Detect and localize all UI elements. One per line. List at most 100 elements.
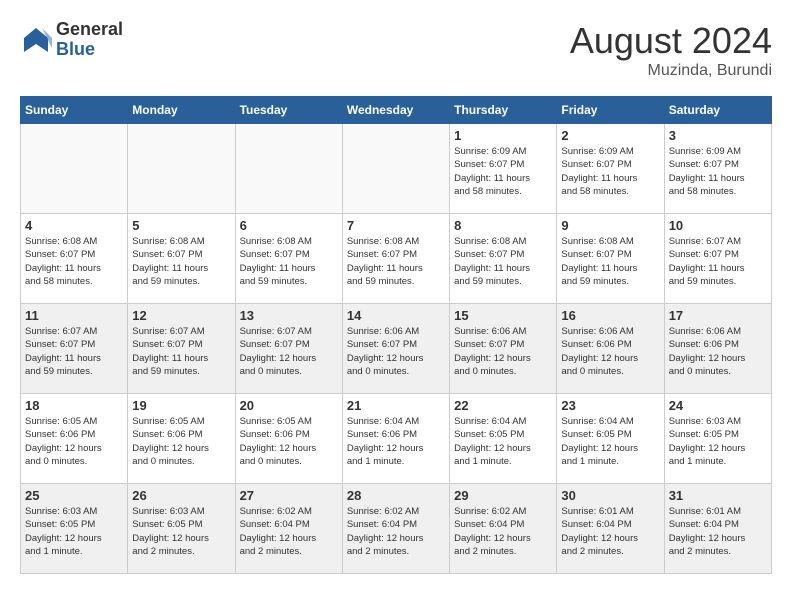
calendar-cell: 3 Sunrise: 6:09 AM Sunset: 6:07 PM Daylig… bbox=[664, 124, 771, 214]
day-number: 14 bbox=[347, 308, 445, 323]
calendar-cell: 4Sunrise: 6:08 AM Sunset: 6:07 PM Daylig… bbox=[21, 214, 128, 304]
day-number: 11 bbox=[25, 308, 123, 323]
calendar-cell: 27 Sunrise: 6:02 AM Sunset: 6:04 PM Dayli… bbox=[235, 484, 342, 574]
calendar-cell: 28 Sunrise: 6:02 AM Sunset: 6:04 PM Dayli… bbox=[342, 484, 449, 574]
day-number: 13 bbox=[240, 308, 338, 323]
day-info: Sunrise: 6:06 AM Sunset: 6:07 PM Dayligh… bbox=[347, 325, 445, 378]
day-info: Sunrise: 6:04 AM Sunset: 6:05 PM Dayligh… bbox=[561, 415, 659, 468]
logo-icon bbox=[20, 24, 52, 56]
day-info: Sunrise: 6:08 AM Sunset: 6:07 PM Dayligh… bbox=[132, 235, 230, 288]
calendar-cell: 12Sunrise: 6:07 AM Sunset: 6:07 PM Dayli… bbox=[128, 304, 235, 394]
day-info: Sunrise: 6:08 AM Sunset: 6:07 PM Dayligh… bbox=[454, 235, 552, 288]
day-info: Sunrise: 6:03 AM Sunset: 6:05 PM Dayligh… bbox=[25, 505, 123, 558]
logo: General Blue bbox=[20, 20, 123, 60]
calendar-cell: 15Sunrise: 6:06 AM Sunset: 6:07 PM Dayli… bbox=[450, 304, 557, 394]
page-header: General Blue August 2024 Muzinda, Burund… bbox=[20, 20, 772, 80]
day-info: Sunrise: 6:09 AM Sunset: 6:07 PM Dayligh… bbox=[561, 145, 659, 198]
day-number: 7 bbox=[347, 218, 445, 233]
calendar-cell: 26 Sunrise: 6:03 AM Sunset: 6:05 PM Dayli… bbox=[128, 484, 235, 574]
calendar-cell: 9 Sunrise: 6:08 AM Sunset: 6:07 PM Daylig… bbox=[557, 214, 664, 304]
logo-blue: Blue bbox=[56, 40, 123, 60]
calendar-cell: 7 Sunrise: 6:08 AM Sunset: 6:07 PM Daylig… bbox=[342, 214, 449, 304]
calendar-cell: 29 Sunrise: 6:02 AM Sunset: 6:04 PM Dayli… bbox=[450, 484, 557, 574]
calendar-cell: 14 Sunrise: 6:06 AM Sunset: 6:07 PM Dayli… bbox=[342, 304, 449, 394]
logo-general: General bbox=[56, 20, 123, 40]
day-info: Sunrise: 6:02 AM Sunset: 6:04 PM Dayligh… bbox=[347, 505, 445, 558]
weekday-header-row: SundayMondayTuesdayWednesdayThursdayFrid… bbox=[21, 97, 772, 124]
day-info: Sunrise: 6:06 AM Sunset: 6:06 PM Dayligh… bbox=[669, 325, 767, 378]
calendar-cell: 25 Sunrise: 6:03 AM Sunset: 6:05 PM Dayli… bbox=[21, 484, 128, 574]
day-number: 28 bbox=[347, 488, 445, 503]
day-info: Sunrise: 6:07 AM Sunset: 6:07 PM Dayligh… bbox=[25, 325, 123, 378]
calendar-cell: 17 Sunrise: 6:06 AM Sunset: 6:06 PM Dayli… bbox=[664, 304, 771, 394]
calendar-cell: 18 Sunrise: 6:05 AM Sunset: 6:06 PM Dayli… bbox=[21, 394, 128, 484]
calendar-week-row: 25 Sunrise: 6:03 AM Sunset: 6:05 PM Dayli… bbox=[21, 484, 772, 574]
calendar-cell bbox=[235, 124, 342, 214]
day-info: Sunrise: 6:05 AM Sunset: 6:06 PM Dayligh… bbox=[25, 415, 123, 468]
day-info: Sunrise: 6:02 AM Sunset: 6:04 PM Dayligh… bbox=[240, 505, 338, 558]
calendar-cell bbox=[128, 124, 235, 214]
day-info: Sunrise: 6:04 AM Sunset: 6:06 PM Dayligh… bbox=[347, 415, 445, 468]
calendar-cell bbox=[21, 124, 128, 214]
day-number: 23 bbox=[561, 398, 659, 413]
calendar-cell: 30Sunrise: 6:01 AM Sunset: 6:04 PM Dayli… bbox=[557, 484, 664, 574]
day-number: 16 bbox=[561, 308, 659, 323]
day-number: 25 bbox=[25, 488, 123, 503]
day-number: 5 bbox=[132, 218, 230, 233]
weekday-header: Thursday bbox=[450, 97, 557, 124]
day-number: 22 bbox=[454, 398, 552, 413]
day-info: Sunrise: 6:06 AM Sunset: 6:06 PM Dayligh… bbox=[561, 325, 659, 378]
day-number: 6 bbox=[240, 218, 338, 233]
day-info: Sunrise: 6:08 AM Sunset: 6:07 PM Dayligh… bbox=[240, 235, 338, 288]
day-number: 3 bbox=[669, 128, 767, 143]
day-info: Sunrise: 6:09 AM Sunset: 6:07 PM Dayligh… bbox=[669, 145, 767, 198]
calendar-week-row: 11 Sunrise: 6:07 AM Sunset: 6:07 PM Dayli… bbox=[21, 304, 772, 394]
day-info: Sunrise: 6:03 AM Sunset: 6:05 PM Dayligh… bbox=[132, 505, 230, 558]
day-info: Sunrise: 6:04 AM Sunset: 6:05 PM Dayligh… bbox=[454, 415, 552, 468]
day-info: Sunrise: 6:05 AM Sunset: 6:06 PM Dayligh… bbox=[240, 415, 338, 468]
weekday-header: Wednesday bbox=[342, 97, 449, 124]
day-number: 30 bbox=[561, 488, 659, 503]
day-number: 18 bbox=[25, 398, 123, 413]
location-title: Muzinda, Burundi bbox=[570, 62, 772, 80]
month-year-title: August 2024 bbox=[570, 20, 772, 62]
weekday-header: Monday bbox=[128, 97, 235, 124]
calendar-cell: 5 Sunrise: 6:08 AM Sunset: 6:07 PM Daylig… bbox=[128, 214, 235, 304]
day-number: 2 bbox=[561, 128, 659, 143]
day-info: Sunrise: 6:01 AM Sunset: 6:04 PM Dayligh… bbox=[669, 505, 767, 558]
title-section: August 2024 Muzinda, Burundi bbox=[570, 20, 772, 80]
day-number: 31 bbox=[669, 488, 767, 503]
day-info: Sunrise: 6:08 AM Sunset: 6:07 PM Dayligh… bbox=[561, 235, 659, 288]
day-number: 8 bbox=[454, 218, 552, 233]
day-number: 10 bbox=[669, 218, 767, 233]
calendar-cell: 11 Sunrise: 6:07 AM Sunset: 6:07 PM Dayli… bbox=[21, 304, 128, 394]
weekday-header: Tuesday bbox=[235, 97, 342, 124]
day-number: 17 bbox=[669, 308, 767, 323]
calendar-cell: 21 Sunrise: 6:04 AM Sunset: 6:06 PM Dayli… bbox=[342, 394, 449, 484]
day-info: Sunrise: 6:08 AM Sunset: 6:07 PM Dayligh… bbox=[347, 235, 445, 288]
calendar-cell: 6 Sunrise: 6:08 AM Sunset: 6:07 PM Daylig… bbox=[235, 214, 342, 304]
day-info: Sunrise: 6:05 AM Sunset: 6:06 PM Dayligh… bbox=[132, 415, 230, 468]
day-info: Sunrise: 6:07 AM Sunset: 6:07 PM Dayligh… bbox=[669, 235, 767, 288]
weekday-header: Saturday bbox=[664, 97, 771, 124]
calendar-table: SundayMondayTuesdayWednesdayThursdayFrid… bbox=[20, 96, 772, 574]
weekday-header: Friday bbox=[557, 97, 664, 124]
day-info: Sunrise: 6:07 AM Sunset: 6:07 PM Dayligh… bbox=[240, 325, 338, 378]
day-number: 21 bbox=[347, 398, 445, 413]
day-number: 27 bbox=[240, 488, 338, 503]
calendar-cell: 8 Sunrise: 6:08 AM Sunset: 6:07 PM Daylig… bbox=[450, 214, 557, 304]
calendar-cell: 31 Sunrise: 6:01 AM Sunset: 6:04 PM Dayli… bbox=[664, 484, 771, 574]
day-number: 9 bbox=[561, 218, 659, 233]
day-number: 29 bbox=[454, 488, 552, 503]
day-number: 26 bbox=[132, 488, 230, 503]
calendar-week-row: 18 Sunrise: 6:05 AM Sunset: 6:06 PM Dayli… bbox=[21, 394, 772, 484]
day-info: Sunrise: 6:09 AM Sunset: 6:07 PM Dayligh… bbox=[454, 145, 552, 198]
day-number: 19 bbox=[132, 398, 230, 413]
calendar-cell: 1 Sunrise: 6:09 AM Sunset: 6:07 PM Daylig… bbox=[450, 124, 557, 214]
day-info: Sunrise: 6:06 AM Sunset: 6:07 PM Dayligh… bbox=[454, 325, 552, 378]
day-info: Sunrise: 6:02 AM Sunset: 6:04 PM Dayligh… bbox=[454, 505, 552, 558]
day-number: 1 bbox=[454, 128, 552, 143]
day-info: Sunrise: 6:03 AM Sunset: 6:05 PM Dayligh… bbox=[669, 415, 767, 468]
calendar-cell: 13 Sunrise: 6:07 AM Sunset: 6:07 PM Dayli… bbox=[235, 304, 342, 394]
day-number: 24 bbox=[669, 398, 767, 413]
